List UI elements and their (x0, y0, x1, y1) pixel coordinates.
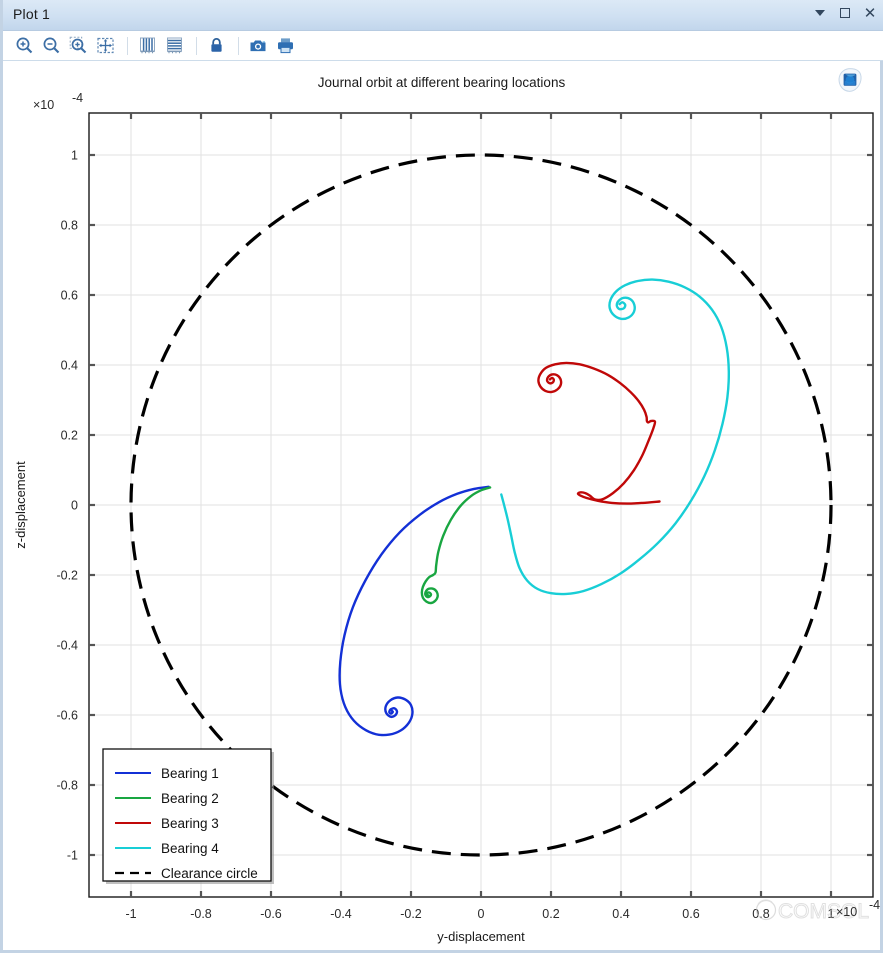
svg-text:-0.4: -0.4 (330, 907, 352, 921)
orbit-plot-svg[interactable]: -1 -0.8 -0.6 -0.4 -0.2 0 0.2 0.4 0.6 0.8 1 -1 -0.8 -0… (3, 61, 880, 950)
svg-text:0.6: 0.6 (61, 289, 78, 303)
y-axis-multiplier: ×10 -4 (33, 91, 83, 112)
svg-text:0.8: 0.8 (61, 219, 78, 233)
svg-text:0.6: 0.6 (682, 907, 699, 921)
window-titlebar: Plot 1 ✕ (3, 0, 883, 31)
plot-toolbar (3, 31, 883, 61)
svg-text:×10: ×10 (836, 905, 857, 919)
svg-text:-1: -1 (67, 849, 78, 863)
show-grid-horizontal-icon[interactable] (162, 34, 187, 58)
zoom-extents-icon[interactable] (93, 34, 118, 58)
y-axis-label: z-displacement (13, 461, 28, 549)
legend-label: Clearance circle (161, 866, 258, 881)
window-title: Plot 1 (13, 6, 50, 22)
svg-text:-0.6: -0.6 (56, 709, 78, 723)
toolbar-separator (238, 36, 239, 55)
svg-text:0.4: 0.4 (612, 907, 629, 921)
svg-text:0.2: 0.2 (542, 907, 559, 921)
svg-text:0: 0 (478, 907, 485, 921)
close-icon[interactable]: ✕ (862, 5, 878, 21)
svg-text:-4: -4 (869, 898, 880, 912)
zoom-in-icon[interactable] (12, 34, 37, 58)
maximize-icon[interactable] (837, 5, 853, 21)
zoom-out-icon[interactable] (39, 34, 64, 58)
plot-window: Plot 1 ✕ Journal orbit at different bear… (0, 0, 883, 953)
toolbar-separator (127, 36, 128, 55)
legend-label: Bearing 1 (161, 766, 219, 781)
svg-text:1: 1 (71, 149, 78, 163)
svg-text:-0.2: -0.2 (400, 907, 422, 921)
chart-legend[interactable]: Bearing 1 Bearing 2 Bearing 3 Bearing 4 Clea… (102, 748, 274, 884)
svg-text:0.4: 0.4 (61, 359, 78, 373)
series-bearing-3[interactable] (537, 361, 661, 505)
toolbar-separator (196, 36, 197, 55)
legend-label: Bearing 3 (161, 816, 219, 831)
window-controls: ✕ (812, 5, 878, 21)
svg-text:-0.8: -0.8 (56, 779, 78, 793)
svg-text:-0.2: -0.2 (56, 569, 78, 583)
lock-axis-icon[interactable] (204, 34, 229, 58)
print-icon[interactable] (273, 34, 298, 58)
svg-text:×10: ×10 (33, 98, 54, 112)
svg-text:0.2: 0.2 (61, 429, 78, 443)
plot-canvas: Journal orbit at different bearing locat… (3, 61, 880, 950)
svg-text:-0.8: -0.8 (190, 907, 212, 921)
chevron-down-icon[interactable] (812, 5, 828, 21)
series-bearing-1[interactable] (338, 485, 490, 737)
series-bearing-4[interactable] (500, 278, 731, 596)
svg-text:-4: -4 (72, 91, 83, 105)
x-axis-label: y-displacement (437, 929, 525, 944)
show-grid-vertical-icon[interactable] (135, 34, 160, 58)
legend-label: Bearing 2 (161, 791, 219, 806)
legend-label: Bearing 4 (161, 841, 219, 856)
svg-text:-0.6: -0.6 (260, 907, 282, 921)
svg-text:0: 0 (71, 499, 78, 513)
svg-text:-1: -1 (125, 907, 136, 921)
zoom-box-icon[interactable] (66, 34, 91, 58)
svg-text:-0.4: -0.4 (56, 639, 78, 653)
image-snapshot-icon[interactable] (246, 34, 271, 58)
